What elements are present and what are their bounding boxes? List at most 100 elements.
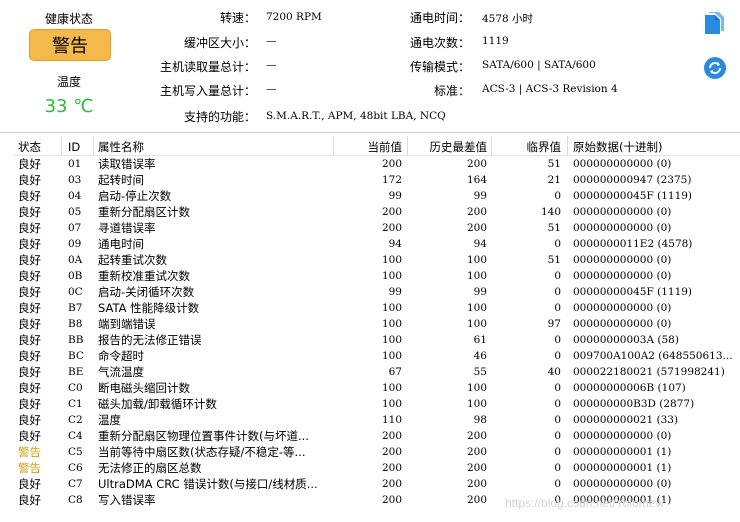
row-current: 100	[381, 254, 402, 266]
table-row[interactable]: 良好 C0 断电磁头缩回计数 100 100 0 00000000006B (107)	[13, 380, 740, 396]
row-attribute-name: 温度	[98, 413, 121, 427]
header-worst[interactable]: 历史最差值	[411, 136, 488, 155]
row-threshold: 40	[547, 366, 561, 378]
row-attribute-name: 报告的无法修正错误	[98, 333, 202, 347]
header-status[interactable]: 状态	[18, 136, 60, 155]
table-row[interactable]: 良好 C1 磁头加载/卸载循环计数 100 100 0 000000000B3D (2877…	[13, 396, 740, 412]
row-raw-data: 000000000000 (0)	[573, 254, 672, 266]
power-on-hours-value: 4578 小时	[482, 13, 534, 25]
table-row[interactable]: 良好 03 起转时间 172 164 21 000000000947 (2375)	[13, 172, 740, 188]
table-row[interactable]: 良好 C4 重新分配扇区物理位置事件计数(与坏道... 200 200 0 00000000…	[13, 428, 740, 444]
row-current: 172	[381, 174, 402, 186]
row-worst: 100	[466, 382, 487, 394]
table-row[interactable]: 良好 B7 SATA 性能降级计数 100 100 0 000000000000 (0)	[13, 300, 740, 316]
table-row[interactable]: 良好 BB 报告的无法修正错误 100 61 0 00000000003A (58)	[13, 332, 740, 348]
row-attribute-name: 重新分配扇区计数	[98, 205, 190, 219]
row-attribute-name: 写入错误率	[98, 493, 156, 507]
row-raw-data: 00000000003A (58)	[573, 334, 679, 346]
row-status: 良好	[18, 157, 41, 171]
temperature-value[interactable]: 33 ℃	[0, 96, 138, 117]
header-threshold[interactable]: 临界值	[495, 136, 562, 155]
refresh-icon[interactable]	[703, 56, 727, 80]
row-current: 200	[381, 158, 402, 170]
table-row[interactable]: 良好 07 寻道错误率 200 200 51 000000000000 (0)	[13, 220, 740, 236]
row-worst: 200	[466, 206, 487, 218]
row-status: 良好	[18, 477, 41, 491]
row-threshold: 0	[554, 430, 561, 442]
copy-icon[interactable]	[702, 11, 726, 35]
table-row[interactable]: 良好 04 启动-停止次数 99 99 0 00000000045F (1119)	[13, 188, 740, 204]
row-attribute-name: UltraDMA CRC 错误计数(与接口/线材质...	[98, 477, 318, 491]
row-threshold: 0	[554, 382, 561, 394]
table-row[interactable]: 良好 01 读取错误率 200 200 51 000000000000 (0)	[13, 156, 740, 172]
row-status: 良好	[18, 365, 41, 379]
row-attribute-name: 起转时间	[98, 173, 144, 187]
row-raw-data: 00000000006B (107)	[573, 382, 686, 394]
row-raw-data: 00000000045F (1119)	[573, 286, 693, 298]
row-threshold: 0	[554, 350, 561, 362]
row-status: 良好	[18, 189, 41, 203]
table-row[interactable]: 良好 B8 端到端错误 100 100 97 000000000000 (0)	[13, 316, 740, 332]
row-raw-data: 000000000000 (0)	[573, 302, 672, 314]
row-attribute-name: 断电磁头缩回计数	[98, 381, 190, 395]
header-current[interactable]: 当前值	[343, 136, 403, 155]
row-id: C4	[68, 430, 83, 442]
row-attribute-name: 当前等待中扇区数(状态存疑/不稳定-等...	[98, 445, 306, 459]
table-body: 良好 01 读取错误率 200 200 51 000000000000 (0) 良好 03 起转时…	[13, 156, 740, 508]
row-id: C0	[68, 382, 83, 394]
table-row[interactable]: 良好 0B 重新校准重试次数 100 100 0 000000000000 (0)	[13, 268, 740, 284]
row-current: 200	[381, 462, 402, 474]
row-id: 0C	[68, 286, 83, 298]
table-row[interactable]: 良好 C2 温度 110 98 0 000000000021 (33)	[13, 412, 740, 428]
row-current: 100	[381, 270, 402, 282]
row-worst: 200	[466, 494, 487, 506]
table-row[interactable]: 警告 C5 当前等待中扇区数(状态存疑/不稳定-等... 200 200 0 0000000…	[13, 444, 740, 460]
table-row[interactable]: 警告 C6 无法修正的扇区总数 200 200 0 000000000001 (1)	[13, 460, 740, 476]
features-value: S.M.A.R.T., APM, 48bit LBA, NCQ	[266, 110, 446, 122]
table-row[interactable]: 良好 C7 UltraDMA CRC 错误计数(与接口/线材质... 200 200 0 0…	[13, 476, 740, 492]
row-status: 良好	[18, 381, 41, 395]
host-reads-label: 主机读取量总计：	[159, 60, 256, 74]
row-threshold: 0	[554, 398, 561, 410]
standard-value: ACS-3 | ACS-3 Revision 4	[482, 83, 618, 95]
health-status-badge[interactable]: 警告	[29, 29, 111, 61]
transfer-mode-label: 传输模式：	[409, 60, 470, 74]
row-current: 99	[388, 286, 402, 298]
row-worst: 99	[473, 190, 487, 202]
row-threshold: 0	[554, 462, 561, 474]
row-id: B8	[68, 318, 83, 330]
header-raw-data[interactable]: 原始数据(十进制)	[573, 136, 740, 155]
row-threshold: 97	[547, 318, 561, 330]
row-threshold: 21	[547, 174, 561, 186]
row-attribute-name: 无法修正的扇区总数	[98, 461, 202, 475]
row-threshold: 140	[540, 206, 561, 218]
smart-attributes-table[interactable]: 状态 ID 属性名称 当前值 历史最差值 临界值 原始数据(十进制) 良好 01 读…	[13, 136, 740, 522]
table-row[interactable]: 良好 05 重新分配扇区计数 200 200 140 000000000000 (0)	[13, 204, 740, 220]
row-raw-data: 000000000000 (0)	[573, 158, 672, 170]
table-row[interactable]: 良好 0C 启动-关闭循环次数 99 99 0 00000000045F (1119)	[13, 284, 740, 300]
row-status: 良好	[18, 237, 41, 251]
row-status: 良好	[18, 413, 41, 427]
row-worst: 164	[466, 174, 487, 186]
row-attribute-name: 磁头加载/卸载循环计数	[98, 397, 217, 411]
table-row[interactable]: 良好 0A 起转重试次数 100 100 51 000000000000 (0)	[13, 252, 740, 268]
table-row[interactable]: 良好 BC 命令超时 100 46 0 009700A100A2 (648550613...	[13, 348, 740, 364]
row-threshold: 0	[554, 414, 561, 426]
row-threshold: 0	[554, 238, 561, 250]
standard-label: 标准：	[433, 84, 470, 98]
row-raw-data: 000000000B3D (2877)	[573, 398, 695, 410]
row-status: 良好	[18, 333, 41, 347]
table-row[interactable]: 良好 09 通电时间 94 94 0 0000000011E2 (4578)	[13, 236, 740, 252]
row-worst: 99	[473, 286, 487, 298]
row-status: 良好	[18, 285, 41, 299]
row-attribute-name: 重新校准重试次数	[98, 269, 190, 283]
row-current: 200	[381, 206, 402, 218]
header-attribute-name[interactable]: 属性名称	[98, 136, 338, 155]
row-worst: 200	[466, 462, 487, 474]
row-current: 200	[381, 446, 402, 458]
row-raw-data: 000000000000 (0)	[573, 270, 672, 282]
row-worst: 200	[466, 478, 487, 490]
table-row[interactable]: 良好 BE 气流温度 67 55 40 000022180021 (571998241)	[13, 364, 740, 380]
row-threshold: 0	[554, 478, 561, 490]
row-current: 200	[381, 494, 402, 506]
